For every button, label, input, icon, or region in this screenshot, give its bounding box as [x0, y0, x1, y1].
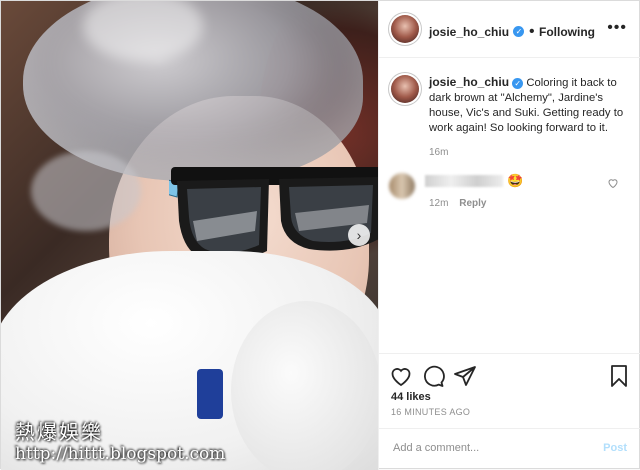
header-username[interactable]: josie_ho_chiu — [429, 25, 509, 39]
posted-time[interactable]: 16 MINUTES AGO — [391, 407, 470, 417]
caption-time: 16m — [429, 147, 449, 158]
comment-time: 12m — [429, 198, 449, 209]
header-info: josie_ho_chiu ✓ • Following — [429, 23, 595, 41]
post-photo[interactable]: › 熱爆娛樂 http://hittt.blogspot.com — [1, 1, 378, 470]
verified-badge-icon: ✓ — [513, 26, 525, 38]
likes-count[interactable]: 44 likes — [391, 391, 431, 403]
verified-badge-icon: ✓ — [512, 77, 524, 89]
star-struck-emoji: 🤩 — [507, 173, 524, 188]
reply-button[interactable]: Reply — [459, 198, 486, 209]
comment-like-heart-icon[interactable] — [607, 177, 619, 189]
cap-shine — [83, 1, 203, 61]
watermark-title: 熱爆娛樂 — [15, 420, 103, 444]
following-button[interactable]: Following — [539, 25, 595, 39]
separator-dot: • — [528, 23, 535, 40]
share-paper-plane-icon[interactable] — [453, 364, 477, 388]
commenter-avatar[interactable] — [389, 173, 415, 199]
post-comment-button[interactable]: Post — [603, 442, 627, 454]
watermark-url: http://hittt.blogspot.com — [15, 444, 226, 464]
caption-username[interactable]: josie_ho_chiu — [429, 75, 509, 89]
instagram-post: › 熱爆娛樂 http://hittt.blogspot.com josie_h… — [0, 0, 640, 470]
action-bar — [379, 353, 640, 414]
comment-bubble-icon[interactable] — [421, 364, 445, 388]
commenter-name-blurred[interactable] — [425, 175, 503, 187]
save-bookmark-icon[interactable] — [607, 364, 631, 388]
like-heart-icon[interactable] — [389, 364, 413, 388]
post-header: josie_ho_chiu ✓ • Following ••• — [379, 1, 640, 58]
more-options-icon[interactable]: ••• — [607, 19, 627, 37]
comment-meta: 12m Reply — [429, 198, 494, 209]
add-comment-bar: Post — [379, 428, 640, 470]
author-avatar[interactable] — [391, 15, 419, 43]
next-photo-arrow-icon[interactable]: › — [348, 224, 370, 246]
comment-input[interactable] — [391, 441, 585, 455]
post-side-panel: josie_ho_chiu ✓ • Following ••• josie_ho… — [378, 1, 640, 470]
cap-edge — [31, 151, 141, 231]
blue-shirt — [197, 369, 223, 419]
caption: josie_ho_chiu ✓ Coloring it back to dark… — [429, 75, 629, 160]
caption-avatar[interactable] — [391, 75, 419, 103]
watermark: 熱爆娛樂 http://hittt.blogspot.com — [15, 421, 225, 465]
towel-fold — [231, 301, 378, 470]
